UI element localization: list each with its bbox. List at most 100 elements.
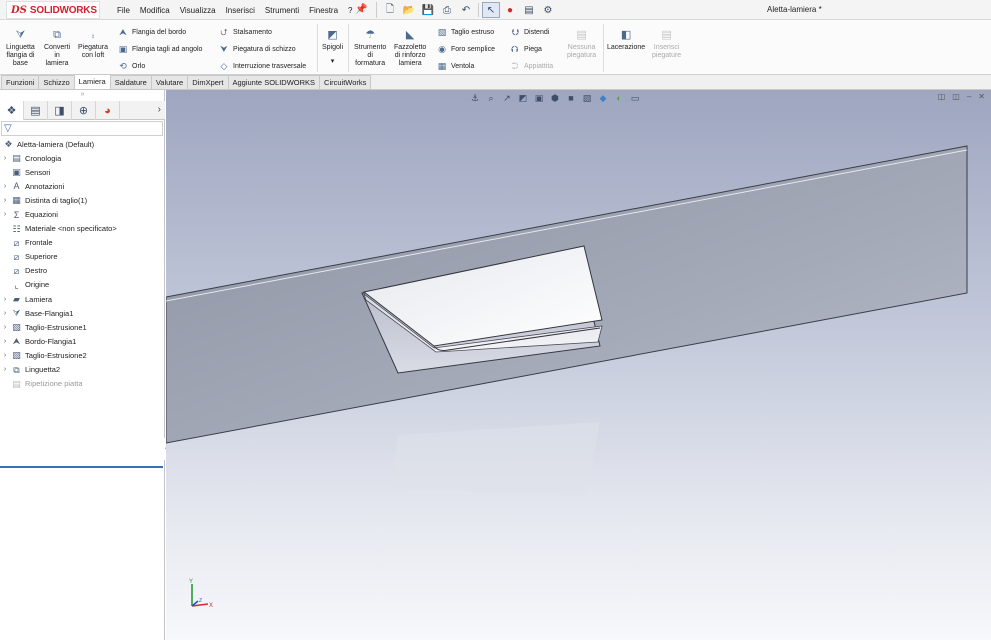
tab-feature-icon: ⧉	[13, 364, 20, 375]
material-icon: ☷	[12, 223, 21, 234]
dimxpert-manager-tab-icon[interactable]: ⊕	[72, 101, 96, 120]
expand-arrow-icon[interactable]: ›	[0, 324, 10, 331]
property-manager-tab-icon[interactable]: ▤	[24, 101, 48, 120]
no-bends-button[interactable]: ▤ Nessuna piegatura	[567, 28, 596, 60]
vent-button[interactable]: ▦ Ventola	[436, 59, 495, 73]
tab-funzioni[interactable]: Funzioni	[1, 75, 40, 89]
extruded-cut-button[interactable]: ▧ Taglio estruso	[436, 25, 495, 39]
tree-item[interactable]: ⌞ Origine	[0, 278, 165, 292]
tree-item[interactable]: › Σ Equazioni	[0, 207, 165, 221]
display-manager-tab-icon[interactable]: ◕	[96, 101, 120, 120]
expand-arrow-icon[interactable]: ›	[0, 352, 10, 359]
expand-arrow-icon[interactable]: ›	[0, 183, 10, 190]
undo-icon[interactable]: ↶	[457, 2, 475, 18]
gusset-button[interactable]: ◣ Fazzoletto di rinforzo lamiera	[394, 28, 426, 68]
quick-access-toolbar: 🗋 📂 💾 ⎙ ↶ ↖ ● ▤ ⚙	[376, 2, 557, 18]
unfold-button[interactable]: ⮋ Distendi	[509, 25, 553, 39]
tree-item[interactable]: › A Annotazioni	[0, 179, 165, 193]
triad-y-label: Y	[189, 579, 193, 585]
jog-button[interactable]: ⮍ Stalsamento	[218, 25, 306, 39]
pin-icon[interactable]: 📌	[355, 4, 367, 15]
tab-lamiera[interactable]: Lamiera	[73, 74, 111, 89]
expand-arrow-icon[interactable]: ›	[0, 338, 10, 345]
expand-arrow-icon[interactable]: ›	[0, 366, 10, 373]
simple-hole-button[interactable]: ◉ Foro semplice	[436, 42, 495, 56]
gusset-icon: ◣	[405, 29, 415, 41]
tree-item[interactable]: › ⮛ Base-Flangia1	[0, 306, 165, 320]
menu-modifica[interactable]: Modifica	[135, 6, 175, 15]
menu-inserisci[interactable]: Inserisci	[221, 6, 260, 15]
flatten-icon: ⮊	[511, 61, 519, 71]
panel-grip-icon[interactable]: »	[0, 90, 165, 100]
feature-manager-tab-icon[interactable]: ❖	[0, 101, 24, 120]
tree-item[interactable]: ⧄ Frontale	[0, 236, 165, 250]
insert-bends-button[interactable]: ▤ Inserisci piegature	[652, 28, 681, 60]
rebuild-icon[interactable]: ●	[501, 2, 519, 18]
expand-arrow-icon[interactable]: ›	[0, 310, 10, 317]
solidworks-logo[interactable]: DS SOLIDWORKS	[6, 1, 100, 19]
rollback-bar[interactable]	[0, 466, 163, 468]
tree-root[interactable]: ❖ Aletta-lamiera (Default)	[0, 137, 165, 151]
tree-item[interactable]: › ▧ Taglio-Estrusione2	[0, 348, 165, 362]
fold-button[interactable]: ⮉ Piega	[509, 42, 553, 56]
menu-finestra[interactable]: Finestra	[304, 6, 343, 15]
tree-item[interactable]: ☷ Materiale <non specificato>	[0, 222, 165, 236]
tree-item[interactable]: › ⧉ Linguetta2	[0, 363, 165, 377]
lofted-bend-button[interactable]: ⨾ Piegatura con loft	[78, 28, 108, 60]
rip-button[interactable]: ◧ Lacerazione	[607, 28, 645, 52]
cut-extrude-icon: ▧	[12, 350, 21, 361]
tab-valutare[interactable]: Valutare	[150, 75, 189, 89]
tree-item-label: Cronologia	[25, 153, 62, 163]
tab-dimxpert[interactable]: DimXpert	[187, 75, 229, 89]
tree-item[interactable]: › ▤ Cronologia	[0, 151, 165, 165]
file-properties-icon[interactable]: ▤	[520, 2, 538, 18]
open-folder-icon[interactable]: 📂	[400, 2, 418, 18]
configuration-manager-tab-icon[interactable]: ◨	[48, 101, 72, 120]
corners-button[interactable]: ◩ Spigoli ▾	[322, 28, 343, 66]
ribbon-separator	[603, 24, 604, 72]
tree-item-label: Frontale	[25, 238, 53, 248]
flatten-button[interactable]: ⮊ Appiattita	[509, 59, 554, 73]
graphics-area[interactable]: ⚓ ⌕ ↗ ◩ ▣ ⬢ ■ ▧ ◆ ◐ ▭ ◫ ◫ ‒ ✕ Y X Z	[166, 90, 991, 640]
tree-item[interactable]: ▤ Ripetizione piatta	[0, 377, 165, 391]
print-icon[interactable]: ⎙	[438, 2, 456, 18]
expand-arrow-icon[interactable]: ›	[0, 155, 10, 162]
menu-strumenti[interactable]: Strumenti	[260, 6, 304, 15]
tree-filter[interactable]: ▽	[1, 121, 163, 136]
expand-arrow-icon[interactable]: ›	[0, 197, 10, 204]
tree-item[interactable]: ⧄ Destro	[0, 264, 165, 278]
tree-item[interactable]: › ▰ Lamiera	[0, 292, 165, 306]
sheet-metal-model[interactable]	[166, 90, 991, 640]
tab-aggiunte[interactable]: Aggiunte SOLIDWORKS	[227, 75, 321, 89]
forming-tool-button[interactable]: ☂ Strumento di formatura	[354, 28, 386, 68]
title-bar: DS SOLIDWORKS File Modifica Visualizza I…	[0, 0, 991, 20]
chevron-right-icon[interactable]: ›	[158, 104, 161, 115]
options-gear-icon[interactable]: ⚙	[539, 2, 557, 18]
expand-arrow-icon[interactable]: ›	[0, 211, 10, 218]
jog-column: ⮍ Stalsamento ⮟ Piegatura di schizzo ◇ Inte…	[218, 25, 306, 73]
tree-item[interactable]: › ▦ Distinta di taglio(1)	[0, 193, 165, 207]
miter-flange-button[interactable]: ▣ Flangia tagli ad angolo	[117, 42, 203, 56]
new-document-icon[interactable]: 🗋	[381, 2, 399, 18]
tree-item[interactable]: › ⮝ Bordo-Flangia1	[0, 334, 165, 348]
convert-to-sheet-metal-button[interactable]: ⧉ Converti in lamiera	[44, 28, 70, 68]
tab-saldature[interactable]: Saldature	[109, 75, 152, 89]
tab-schizzo[interactable]: Schizzo	[38, 75, 75, 89]
sketched-bend-button[interactable]: ⮟ Piegatura di schizzo	[218, 42, 306, 56]
menu-visualizza[interactable]: Visualizza	[175, 6, 221, 15]
tab-circuitworks[interactable]: CircuitWorks	[319, 75, 372, 89]
tree-item[interactable]: ▣ Sensori	[0, 165, 165, 179]
select-pointer-icon[interactable]: ↖	[482, 2, 500, 18]
rip-icon: ◧	[620, 29, 632, 41]
save-icon[interactable]: 💾	[419, 2, 437, 18]
base-flange-button[interactable]: ⮛ Linguetta flangia di base	[6, 28, 35, 68]
tree-item[interactable]: › ▧ Taglio-Estrusione1	[0, 320, 165, 334]
hem-button[interactable]: ⟲ Orlo	[117, 59, 202, 73]
corners-dropdown-icon[interactable]: ▾	[331, 58, 335, 66]
edge-flange-button[interactable]: ⮝ Flangia del bordo	[117, 25, 202, 39]
cross-break-button[interactable]: ◇ Interruzione trasversale	[218, 59, 307, 73]
tree-item[interactable]: ⧄ Superiore	[0, 250, 165, 264]
vent-icon: ▦	[437, 61, 447, 71]
menu-file[interactable]: File	[112, 6, 135, 15]
expand-arrow-icon[interactable]: ›	[0, 296, 10, 303]
